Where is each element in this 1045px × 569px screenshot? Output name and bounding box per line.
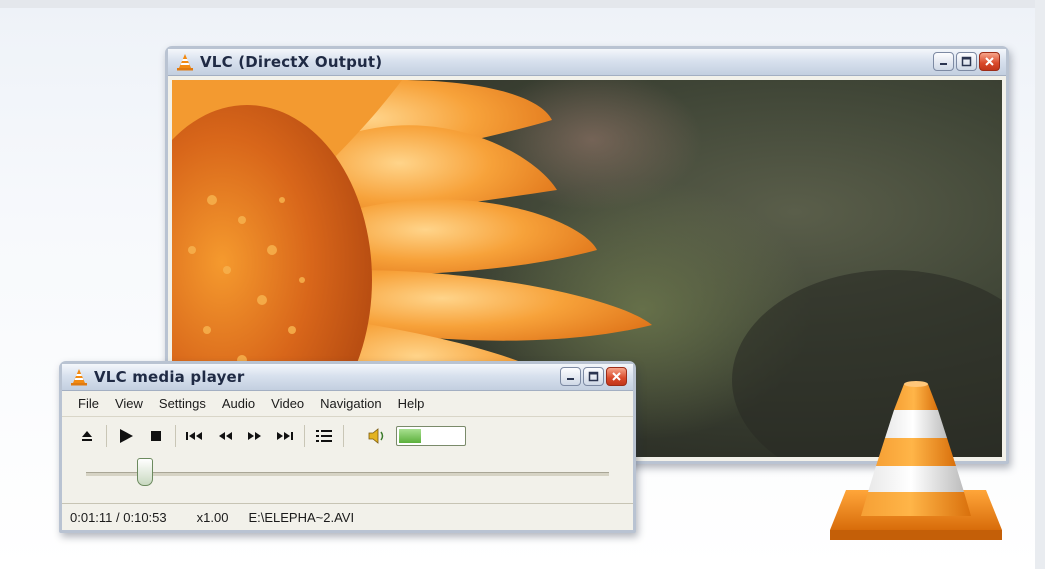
close-icon xyxy=(985,57,994,66)
rewind-button[interactable] xyxy=(210,423,240,449)
video-window-titlebar[interactable]: VLC (DirectX Output) xyxy=(168,49,1006,76)
playlist-icon xyxy=(316,430,332,442)
previous-icon xyxy=(186,432,202,440)
minimize-button[interactable] xyxy=(933,52,954,71)
mute-button[interactable] xyxy=(362,423,392,449)
playback-toolbar xyxy=(62,417,633,455)
maximize-button[interactable] xyxy=(956,52,977,71)
close-button[interactable] xyxy=(606,367,627,386)
menu-audio[interactable]: Audio xyxy=(214,396,263,411)
maximize-button[interactable] xyxy=(583,367,604,386)
current-file-name: E:\ELEPHA~2.AVI xyxy=(248,509,355,525)
playback-speed: x1.00 xyxy=(196,509,229,525)
volume-slider[interactable] xyxy=(396,426,466,446)
elapsed-time: 0:01:11 / 0:10:53 xyxy=(70,509,167,525)
minimize-icon xyxy=(940,63,947,65)
vlc-cone-logo xyxy=(830,381,1002,540)
seek-slider-thumb[interactable] xyxy=(137,458,153,486)
minimize-icon xyxy=(567,378,574,380)
page-frame-right xyxy=(1035,0,1045,569)
player-window-title: VLC media player xyxy=(94,368,245,386)
stop-button[interactable] xyxy=(141,423,171,449)
maximize-icon xyxy=(588,371,599,382)
rewind-icon xyxy=(219,432,232,440)
page-frame-top xyxy=(0,0,1045,8)
fast-forward-icon xyxy=(248,432,261,440)
menu-bar: File View Settings Audio Video Navigatio… xyxy=(62,391,633,417)
toolbar-separator xyxy=(106,425,107,447)
close-button[interactable] xyxy=(979,52,1000,71)
toolbar-separator xyxy=(304,425,305,447)
menu-settings[interactable]: Settings xyxy=(151,396,214,411)
menu-view[interactable]: View xyxy=(107,396,151,411)
menu-navigation[interactable]: Navigation xyxy=(312,396,389,411)
next-button[interactable] xyxy=(270,423,300,449)
video-window-title: VLC (DirectX Output) xyxy=(200,53,383,71)
play-icon xyxy=(120,429,133,443)
player-window-titlebar[interactable]: VLC media player xyxy=(62,364,633,391)
playlist-button[interactable] xyxy=(309,423,339,449)
previous-button[interactable] xyxy=(180,423,210,449)
maximize-icon xyxy=(961,56,972,67)
toolbar-separator xyxy=(343,425,344,447)
eject-button[interactable] xyxy=(72,423,102,449)
vlc-cone-icon xyxy=(177,54,193,71)
fast-forward-button[interactable] xyxy=(240,423,270,449)
stop-icon xyxy=(151,431,161,441)
menu-help[interactable]: Help xyxy=(390,396,433,411)
speaker-icon xyxy=(368,428,384,444)
toolbar-separator xyxy=(175,425,176,447)
seek-area xyxy=(62,455,633,491)
menu-video[interactable]: Video xyxy=(263,396,312,411)
media-player-window: VLC media player File View Settings Audi… xyxy=(59,361,636,533)
menu-file[interactable]: File xyxy=(70,396,107,411)
eject-icon xyxy=(82,431,92,441)
status-bar: 0:01:11 / 0:10:53 x1.00 E:\ELEPHA~2.AVI xyxy=(62,503,633,530)
volume-level-fill xyxy=(399,429,421,443)
minimize-button[interactable] xyxy=(560,367,581,386)
play-button[interactable] xyxy=(111,423,141,449)
seek-track[interactable] xyxy=(86,472,609,476)
vlc-cone-icon xyxy=(71,369,87,386)
close-icon xyxy=(612,372,621,381)
next-icon xyxy=(277,432,293,440)
